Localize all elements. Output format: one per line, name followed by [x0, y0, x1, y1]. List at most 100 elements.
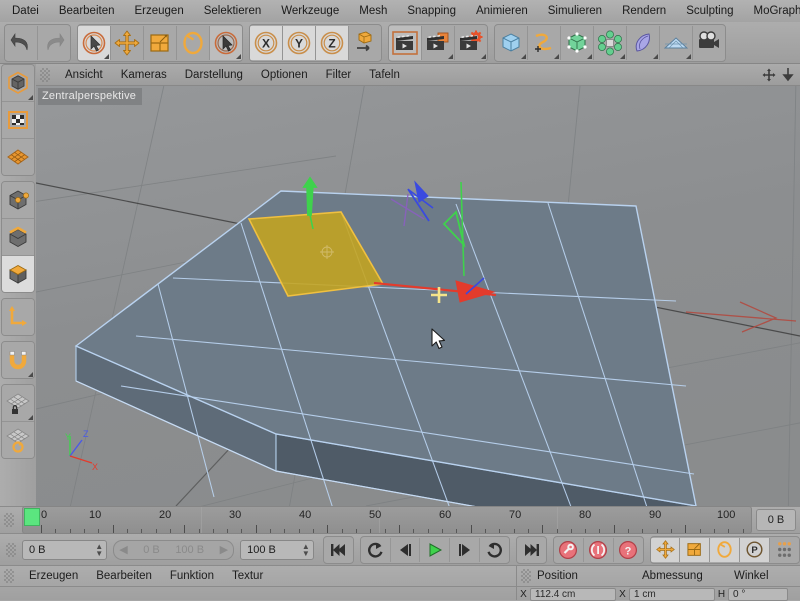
material-menu-bearbeiten[interactable]: Bearbeiten: [87, 566, 161, 586]
next-key-button[interactable]: [480, 537, 510, 562]
toolbar-group-tools: [77, 23, 243, 62]
left-button-model-mode[interactable]: [2, 65, 34, 102]
environment-button[interactable]: [660, 25, 693, 60]
render-settings-button[interactable]: [455, 25, 487, 60]
coordinates-size-x-field[interactable]: 1 cm: [629, 587, 715, 601]
timeline-playhead[interactable]: [24, 508, 40, 526]
svg-text:?: ?: [625, 545, 632, 557]
range-left-arrow-icon[interactable]: ◀: [119, 543, 127, 556]
panel-grip-icon[interactable]: [40, 67, 50, 82]
scale-tool-button[interactable]: [144, 25, 177, 60]
menu-item-werkzeuge[interactable]: Werkzeuge: [271, 0, 349, 22]
svg-text:X: X: [262, 36, 270, 50]
viewport-scene: Y Z X: [36, 86, 800, 506]
material-manager-menubar: Erzeugen Bearbeiten Funktion Textur: [0, 566, 516, 586]
go-to-end-button[interactable]: [517, 537, 546, 562]
record-position-button[interactable]: [650, 537, 681, 562]
previous-key-button[interactable]: [360, 537, 391, 562]
move-tool-button[interactable]: [111, 25, 144, 60]
live-selection-button[interactable]: [78, 25, 111, 60]
current-frame-field[interactable]: 0 B ▲ ▼: [22, 539, 108, 560]
render-view-button[interactable]: [389, 25, 422, 60]
menu-item-erzeugen[interactable]: Erzeugen: [124, 0, 193, 22]
left-button-workplane[interactable]: [2, 422, 34, 458]
maximize-view-icon[interactable]: [782, 67, 794, 82]
viewport-menu-tafeln[interactable]: Tafeln: [360, 64, 409, 86]
axis-y-button[interactable]: Y: [283, 25, 316, 60]
left-button-lock-workplane[interactable]: [2, 385, 34, 422]
menu-item-datei[interactable]: Datei: [0, 0, 49, 22]
camera-button[interactable]: [693, 25, 725, 60]
left-button-edge-mode[interactable]: [2, 219, 34, 256]
menu-item-simulieren[interactable]: Simulieren: [538, 0, 612, 22]
menu-item-snapping[interactable]: Snapping: [397, 0, 466, 22]
viewport-menu-filter[interactable]: Filter: [317, 64, 361, 86]
menu-item-bearbeiten[interactable]: Bearbeiten: [49, 0, 125, 22]
viewport-menu-kameras[interactable]: Kameras: [112, 64, 176, 86]
viewport-3d[interactable]: Zentralperspektive Y Z X: [36, 86, 800, 506]
spinner-icon[interactable]: ▲ ▼: [302, 542, 310, 557]
pan-view-icon[interactable]: [762, 68, 776, 82]
coordinates-grip-icon[interactable]: [521, 569, 531, 583]
mode-toolbar: [0, 64, 37, 506]
spinner-icon[interactable]: ▲ ▼: [95, 542, 103, 557]
coordinates-size-axis-label-x: X: [619, 588, 626, 600]
axis-x-button[interactable]: X: [250, 25, 283, 60]
left-button-texture-mode[interactable]: [2, 102, 34, 139]
preview-range-field[interactable]: ◀ 0 B 100 B ▶: [113, 539, 235, 560]
cube-primitive-button[interactable]: [495, 25, 528, 60]
axis-z-button[interactable]: Z: [316, 25, 349, 60]
transport-grip-icon[interactable]: [6, 542, 16, 557]
axis-x-icon: X: [254, 31, 278, 54]
menu-item-animieren[interactable]: Animieren: [466, 0, 538, 22]
menu-item-selektieren[interactable]: Selektieren: [194, 0, 272, 22]
coordinates-angle-h-field[interactable]: 0 °: [728, 587, 788, 601]
timeline-grip-icon[interactable]: [4, 513, 14, 527]
timeline-current-frame[interactable]: 0 B: [756, 509, 796, 531]
flyout-corner-icon: [28, 415, 33, 420]
document-end-field[interactable]: 100 B ▲ ▼: [240, 539, 314, 560]
keyframe-selection-button[interactable]: ?: [613, 537, 643, 562]
go-to-start-icon: [331, 543, 346, 556]
record-key-button[interactable]: [553, 537, 584, 562]
timeline-ruler[interactable]: 0 10 20 30 40 50 60 70 80 90 100: [22, 506, 752, 534]
left-button-uv-polygon-mode[interactable]: [2, 139, 34, 175]
left-button-polygon-mode[interactable]: [2, 256, 34, 292]
undo-button[interactable]: [5, 25, 38, 60]
record-scale-button[interactable]: [680, 537, 711, 562]
document-end-value: 100 B: [247, 543, 276, 556]
viewport-menu-darstellung[interactable]: Darstellung: [176, 64, 252, 86]
menu-item-mograph[interactable]: MoGraph: [744, 0, 800, 22]
deformer-button[interactable]: [627, 25, 660, 60]
menu-item-rendern[interactable]: Rendern: [612, 0, 676, 22]
redo-button[interactable]: [38, 25, 70, 60]
left-button-axis-modify[interactable]: [2, 299, 34, 335]
viewport-menu-ansicht[interactable]: Ansicht: [56, 64, 112, 86]
left-button-point-mode[interactable]: [2, 182, 34, 219]
range-right-arrow-icon[interactable]: ▶: [220, 543, 228, 556]
spline-button[interactable]: [528, 25, 561, 60]
menu-item-sculpting[interactable]: Sculpting: [676, 0, 743, 22]
play-button[interactable]: [420, 537, 451, 562]
record-parameter-button[interactable]: P: [740, 537, 771, 562]
nurbs-button[interactable]: [561, 25, 594, 60]
viewport-menu-optionen[interactable]: Optionen: [252, 64, 317, 86]
array-button[interactable]: [594, 25, 627, 60]
material-menu-funktion[interactable]: Funktion: [161, 566, 223, 586]
rotate-tool-button[interactable]: [177, 25, 210, 60]
selection-mode-button[interactable]: [210, 25, 242, 60]
step-back-button[interactable]: [390, 537, 421, 562]
world-coordinates-button[interactable]: [349, 25, 381, 60]
material-menu-erzeugen[interactable]: Erzeugen: [20, 566, 87, 586]
menu-item-mesh[interactable]: Mesh: [349, 0, 397, 22]
record-rotation-button[interactable]: [710, 537, 741, 562]
left-button-magnet[interactable]: [2, 342, 34, 378]
pla-button[interactable]: [770, 537, 799, 562]
render-picture-viewer-button[interactable]: [422, 25, 455, 60]
step-forward-button[interactable]: [450, 537, 481, 562]
go-to-start-button[interactable]: [323, 537, 353, 562]
coordinates-position-x-field[interactable]: 112.4 cm: [530, 587, 616, 601]
material-menu-textur[interactable]: Textur: [223, 566, 272, 586]
autokey-button[interactable]: [583, 537, 614, 562]
material-manager-grip-icon[interactable]: [4, 569, 14, 583]
